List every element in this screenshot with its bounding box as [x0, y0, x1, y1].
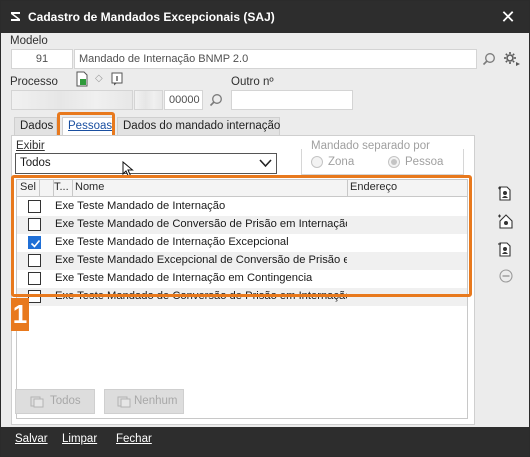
dialog-window: Cadastro de Mandados Excepcionais (SAJ) … — [0, 0, 530, 457]
info-icon[interactable] — [111, 72, 123, 86]
radio-pessoa[interactable] — [388, 156, 400, 168]
edit-person-icon[interactable] — [497, 240, 515, 258]
processo-foro-field[interactable]: 00000 — [164, 90, 203, 110]
title-bar: Cadastro de Mandados Excepcionais (SAJ) … — [1, 1, 529, 33]
exibir-label: Exibir — [16, 140, 45, 152]
tab-dados[interactable]: Dados — [14, 117, 57, 136]
radio-zona-label: Zona — [328, 156, 355, 168]
select-all-label: Todos — [50, 395, 81, 407]
processo-number-field[interactable] — [11, 90, 133, 110]
dropdown-arrow-icon[interactable]: ◇ — [95, 73, 103, 84]
footer-bar: Salvar Limpar Fechar — [1, 427, 529, 456]
add-person-icon[interactable] — [497, 184, 515, 202]
processo-digit-field[interactable] — [134, 90, 163, 110]
add-address-icon[interactable] — [497, 212, 515, 230]
chevron-down-icon — [259, 159, 272, 168]
search-icon[interactable] — [209, 93, 223, 107]
select-none-label: Nenhum — [134, 395, 178, 407]
radio-pessoa-label: Pessoa — [405, 156, 444, 168]
grid-highlight-box — [11, 175, 472, 297]
search-icon[interactable] — [482, 52, 496, 66]
outro-numero-label: Outro nº — [231, 76, 274, 88]
outro-numero-field[interactable] — [231, 90, 353, 110]
close-button[interactable]: ✕ — [490, 5, 526, 29]
select-none-button[interactable]: Nenhum — [104, 389, 184, 414]
check-all-icon — [30, 396, 44, 408]
fechar-button[interactable]: Fechar — [116, 433, 152, 445]
modelo-code-field[interactable]: 91 — [11, 49, 73, 69]
uncheck-all-icon — [117, 396, 131, 408]
tab-dados-mandado-internacao[interactable]: Dados do mandado internação — [117, 117, 280, 136]
select-all-button[interactable]: Todos — [15, 389, 95, 414]
exibir-select[interactable]: Todos — [15, 153, 277, 174]
settings-icon[interactable] — [503, 50, 521, 68]
remove-icon[interactable] — [497, 267, 515, 285]
salvar-button[interactable]: Salvar — [15, 433, 48, 445]
app-logo-icon — [9, 10, 22, 23]
modelo-label: Modelo — [10, 35, 48, 47]
window-title: Cadastro de Mandados Excepcionais (SAJ) — [28, 10, 275, 24]
exibir-value: Todos — [20, 157, 51, 169]
processo-label: Processo — [10, 76, 58, 88]
limpar-button[interactable]: Limpar — [62, 433, 97, 445]
radio-zona[interactable] — [311, 156, 323, 168]
document-icon[interactable] — [75, 71, 89, 87]
modelo-name-field[interactable]: Mandado de Internação BNMP 2.0 — [74, 49, 477, 69]
annotation-badge: 1 — [11, 298, 29, 331]
